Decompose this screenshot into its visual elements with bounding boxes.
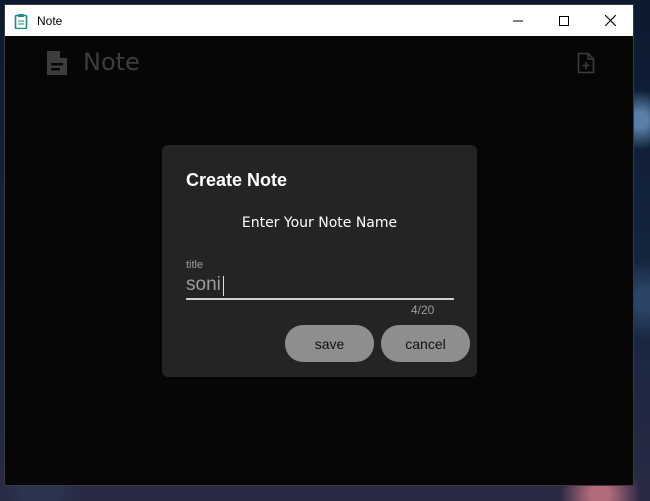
maximize-icon — [559, 15, 569, 26]
dialog-title: Create Note — [186, 170, 288, 190]
character-counter: 4/20 — [411, 303, 435, 317]
app-title: Note — [83, 48, 140, 76]
app-content: Note Create Note Enter Your Note Name ti… — [5, 36, 633, 485]
title-input[interactable] — [186, 273, 454, 297]
text-caret — [223, 276, 224, 296]
document-icon — [45, 49, 69, 82]
minimize-button[interactable] — [495, 5, 541, 36]
clipboard-app-icon — [13, 13, 29, 29]
title-field-underline — [186, 298, 454, 300]
close-icon — [604, 15, 616, 26]
title-field-label: title — [186, 259, 204, 271]
app-window: Note Note Create Note Enter Your Note Na… — [4, 4, 634, 486]
close-button[interactable] — [587, 5, 633, 36]
cancel-button[interactable]: cancel — [381, 325, 470, 362]
maximize-button[interactable] — [541, 5, 587, 36]
new-note-icon[interactable] — [577, 52, 595, 79]
create-note-dialog: Create Note Enter Your Note Name title 4… — [162, 145, 477, 377]
save-button[interactable]: save — [285, 325, 374, 362]
window-title: Note — [37, 13, 63, 28]
minimize-icon — [513, 20, 523, 21]
dialog-subtitle: Enter Your Note Name — [241, 215, 398, 231]
title-bar[interactable]: Note — [5, 5, 633, 36]
window-controls — [495, 5, 633, 36]
